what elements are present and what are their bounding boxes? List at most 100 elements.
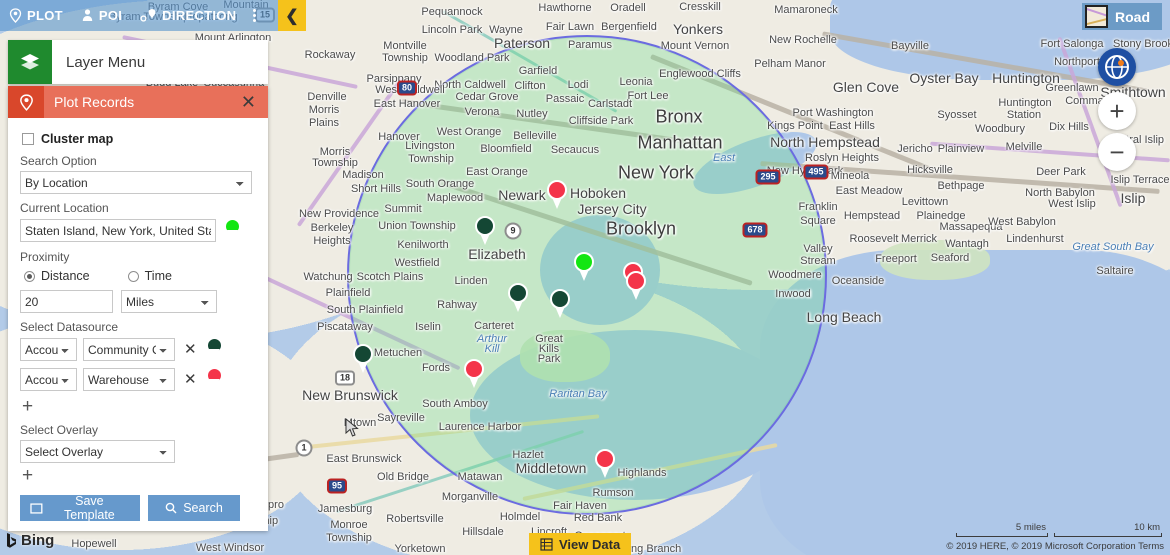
plot-records-form: Cluster map Search Option By Location Cu… (8, 118, 268, 489)
datasource-entity-select-1[interactable]: Accoun (20, 368, 77, 391)
route-shield: 295 (755, 169, 781, 185)
panel-title: Plot Records (54, 94, 135, 110)
locate-me-button[interactable] (1098, 48, 1136, 86)
view-data-label: View Data (559, 536, 621, 552)
scale-miles-label: 5 miles (1015, 522, 1046, 533)
current-location-pin[interactable] (574, 252, 596, 282)
scale-km-bar (1054, 533, 1162, 537)
direction-icon (140, 9, 156, 22)
bing-attribution[interactable]: Bing (6, 532, 54, 549)
datasource-record-select-0[interactable]: Community Cer (83, 338, 175, 361)
warehouse-pin[interactable] (595, 449, 617, 479)
scale-miles-bar (956, 533, 1048, 537)
datasource-label: Select Datasource (20, 320, 119, 334)
distance-value-input[interactable] (20, 290, 113, 313)
search-button[interactable]: Search (148, 495, 240, 521)
datasource-entity-select-0[interactable]: Accoun (20, 338, 77, 361)
more-vertical-icon[interactable] (245, 9, 264, 22)
map-thumbnail-icon (1085, 5, 1108, 28)
toolbar-direction-button[interactable]: DIRECTION (131, 0, 245, 31)
datasource-row: Accoun Warehouse ✕ (20, 367, 256, 392)
warehouse-pin[interactable] (464, 359, 486, 389)
map-attribution: © 2019 HERE, © 2019 Microsoft Corporatio… (946, 541, 1164, 552)
route-shield: 1 (295, 439, 313, 457)
route-shield: 18 (334, 370, 356, 386)
plot-records-panel: Plot Records ✕ Cluster map Search Option… (8, 86, 268, 531)
map-top-toolbar: PLOT POI DIRECTION (0, 0, 278, 31)
toolbar-poi-button[interactable]: POI (72, 0, 131, 31)
close-icon[interactable]: ✕ (241, 93, 268, 111)
zoom-out-label: − (1109, 137, 1125, 167)
overlay-select[interactable]: Select Overlay (20, 440, 175, 463)
view-data-button[interactable]: View Data (529, 533, 632, 555)
scale-bar-km: 10 km (1054, 522, 1162, 537)
map-pin-icon (9, 8, 22, 23)
toolbar-plot-label: PLOT (27, 8, 63, 23)
proximity-time-label: Time (144, 269, 172, 283)
proximity-distance-radio[interactable] (24, 270, 35, 282)
plot-records-header: Plot Records ✕ (8, 86, 268, 118)
proximity-distance-label: Distance (41, 269, 90, 283)
bing-logo-icon (7, 533, 16, 548)
zoom-in-button[interactable]: + (1098, 92, 1136, 130)
search-icon (165, 502, 177, 514)
zoom-out-button[interactable]: − (1098, 133, 1136, 171)
current-location-label: Current Location (20, 201, 109, 215)
current-location-pin-icon (224, 218, 242, 243)
map-pin-icon (8, 86, 44, 118)
community-center-pin[interactable] (475, 216, 497, 246)
bing-label: Bing (21, 532, 55, 549)
zoom-in-label: + (1109, 96, 1125, 126)
route-shield: 678 (742, 222, 768, 238)
add-overlay-button[interactable]: + (22, 466, 256, 485)
datasource-row: Accoun Community Cer ✕ (20, 337, 256, 362)
save-template-button[interactable]: Save Template (20, 494, 140, 522)
layer-menu-label: Layer Menu (66, 53, 146, 71)
search-button-label: Search (183, 501, 223, 515)
toolbar-poi-label: POI (98, 8, 123, 23)
distance-unit-select[interactable]: Miles (121, 290, 217, 313)
person-pin-icon (82, 9, 93, 21)
scale-km-label: 10 km (1134, 522, 1160, 533)
map-style-label: Road (1115, 8, 1150, 25)
datasource-pin-icon-0[interactable] (205, 337, 224, 362)
save-template-label: Save Template (64, 494, 115, 522)
map-style-road-button[interactable]: Road (1082, 3, 1162, 30)
community-center-pin[interactable] (508, 283, 530, 313)
layers-icon (8, 40, 52, 84)
add-datasource-button[interactable]: + (22, 397, 256, 416)
search-option-select[interactable]: By Location (20, 171, 252, 194)
datasource-pin-icon-1[interactable] (205, 367, 224, 392)
search-option-label: Search Option (20, 154, 97, 168)
scale-bar-miles: 5 miles (956, 522, 1048, 537)
table-icon (540, 537, 553, 551)
layer-menu[interactable]: Layer Menu (8, 40, 268, 84)
collapse-panel-button[interactable]: ❮ (278, 0, 306, 31)
cluster-map-row[interactable]: Cluster map (22, 132, 256, 146)
cluster-map-checkbox[interactable] (22, 133, 34, 145)
proximity-time-radio[interactable] (127, 270, 139, 282)
save-icon (30, 502, 43, 514)
route-shield: 495 (803, 164, 829, 180)
warehouse-pin[interactable] (626, 271, 648, 301)
proximity-label: Proximity (20, 250, 70, 264)
route-shield: 80 (396, 80, 418, 96)
cluster-map-label: Cluster map (41, 132, 114, 146)
distance-row: Miles (20, 290, 256, 313)
remove-datasource-button-0[interactable]: ✕ (181, 342, 200, 357)
current-location-input[interactable] (20, 219, 216, 242)
datasource-rows: Accoun Community Cer ✕ Accoun Warehouse ✕ (20, 337, 256, 392)
toolbar-plot-button[interactable]: PLOT (0, 0, 72, 31)
map-application: Pequannock Hawthorne Oradell Cresskill Mamar… (0, 0, 1170, 555)
datasource-record-select-1[interactable]: Warehouse (83, 368, 175, 391)
green-area-2 (880, 240, 990, 280)
overlay-label: Select Overlay (20, 423, 99, 437)
proximity-radio-group[interactable]: Distance Time (24, 269, 256, 283)
community-center-pin[interactable] (550, 289, 572, 319)
plot-records-actions: Save Template Search (8, 489, 268, 531)
globe-locate-icon (1105, 55, 1129, 79)
remove-datasource-button-1[interactable]: ✕ (181, 372, 200, 387)
warehouse-pin[interactable] (547, 180, 569, 210)
route-shield: 9 (504, 222, 522, 240)
community-center-pin[interactable] (353, 344, 375, 374)
